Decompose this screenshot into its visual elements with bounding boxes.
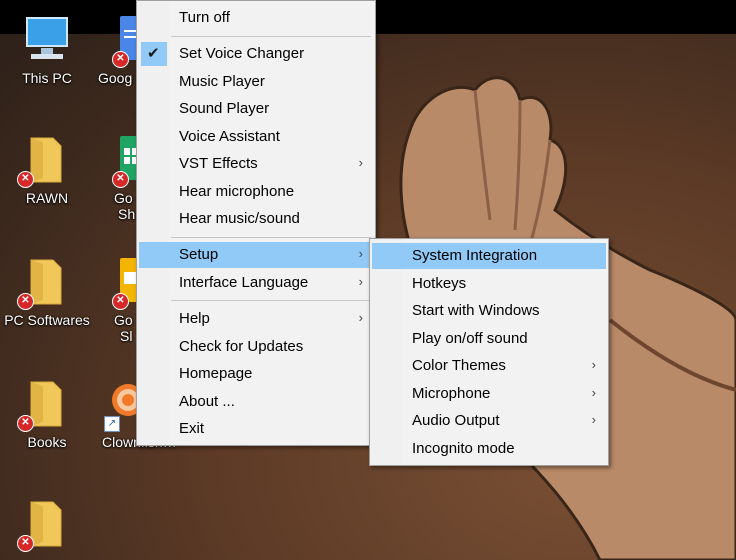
menu-item-label: VST Effects: [179, 155, 258, 172]
menu-item-label: Music Player: [179, 73, 265, 90]
error-badge-icon: ✕: [112, 171, 129, 188]
menu-item-label: Hear microphone: [179, 183, 295, 200]
menu-item-label: Help: [179, 310, 210, 327]
menu-item-label: Microphone: [412, 385, 491, 402]
submenu-arrow-icon: ›: [358, 274, 363, 289]
error-badge-icon: ✕: [112, 51, 129, 68]
menu-item-label: About ...: [179, 393, 235, 410]
menu-item-label: Setup: [179, 246, 219, 263]
desktop-background: This PC ✕ RAWN ✕ PC Softwares ✕ Books ✕ …: [0, 0, 736, 560]
desktop-icon-label: Goog: [98, 70, 133, 86]
menu-item-label: Check for Updates: [179, 338, 304, 355]
error-badge-icon: ✕: [112, 293, 129, 310]
menu-item-homepage[interactable]: Homepage: [139, 361, 373, 387]
checkmark-icon: ✔: [147, 45, 160, 62]
submenu-item-incognito-mode[interactable]: Incognito mode: [372, 436, 606, 462]
menu-item-voice-assistant[interactable]: Voice Assistant: [139, 124, 373, 150]
shortcut-arrow-icon: ↗: [104, 416, 120, 432]
menu-item-label: Set Voice Changer: [179, 45, 305, 62]
menu-item-music-player[interactable]: Music Player: [139, 69, 373, 95]
menu-separator: [171, 36, 371, 37]
desktop-icon-label: Sl: [120, 328, 133, 344]
desktop-icon-pc-softwares[interactable]: ✕ PC Softwares: [2, 256, 92, 328]
desktop-icon-label: Books: [27, 434, 67, 450]
menu-item-label: Play on/off sound: [412, 330, 528, 347]
menu-item-help[interactable]: Help ›: [139, 306, 373, 332]
desktop-icon-google-docs[interactable]: ✕ Goog: [96, 14, 140, 86]
setup-submenu: System Integration Hotkeys Start with Wi…: [369, 238, 609, 466]
desktop-icon-label: Sh: [118, 206, 136, 222]
menu-item-label: Incognito mode: [412, 440, 515, 457]
menu-separator: [171, 237, 371, 238]
menu-item-label: Color Themes: [412, 357, 506, 374]
menu-separator: [171, 300, 371, 301]
error-badge-icon: ✕: [17, 535, 34, 552]
menu-item-exit[interactable]: Exit: [139, 416, 373, 442]
desktop-icon-rawn[interactable]: ✕ RAWN: [2, 134, 92, 206]
submenu-item-start-with-windows[interactable]: Start with Windows: [372, 298, 606, 324]
submenu-arrow-icon: ›: [591, 385, 596, 400]
tray-context-menu: Turn off ✔ Set Voice Changer Music Playe…: [136, 0, 376, 446]
menu-item-label: Start with Windows: [412, 302, 540, 319]
menu-item-hear-music-sound[interactable]: Hear music/sound: [139, 206, 373, 232]
menu-item-label: Turn off: [179, 9, 230, 26]
menu-item-set-voice-changer[interactable]: ✔ Set Voice Changer: [139, 41, 373, 67]
desktop-icon-this-pc[interactable]: This PC: [2, 14, 92, 86]
submenu-item-system-integration[interactable]: System Integration: [372, 243, 606, 269]
desktop-icon-folder[interactable]: ✕: [2, 498, 92, 554]
menu-item-hear-microphone[interactable]: Hear microphone: [139, 179, 373, 205]
submenu-item-play-on-off-sound[interactable]: Play on/off sound: [372, 326, 606, 352]
error-badge-icon: ✕: [17, 415, 34, 432]
submenu-item-audio-output[interactable]: Audio Output ›: [372, 408, 606, 434]
menu-item-vst-effects[interactable]: VST Effects ›: [139, 151, 373, 177]
this-pc-icon: [26, 17, 68, 59]
submenu-arrow-icon: ›: [591, 357, 596, 372]
desktop-icon-label: Go: [114, 190, 133, 206]
submenu-arrow-icon: ›: [358, 246, 363, 261]
menu-item-label: System Integration: [412, 247, 538, 264]
menu-item-label: Sound Player: [179, 100, 270, 117]
error-badge-icon: ✕: [17, 171, 34, 188]
desktop-icon-label: Go: [114, 312, 133, 328]
menu-item-label: Voice Assistant: [179, 128, 280, 145]
menu-item-about[interactable]: About ...: [139, 389, 373, 415]
menu-item-label: Audio Output: [412, 412, 500, 429]
submenu-item-microphone[interactable]: Microphone ›: [372, 381, 606, 407]
desktop-icon-google-sheets[interactable]: ✕ Go Sh: [96, 134, 140, 222]
menu-item-sound-player[interactable]: Sound Player: [139, 96, 373, 122]
menu-item-label: Interface Language: [179, 274, 309, 291]
submenu-arrow-icon: ›: [358, 155, 363, 170]
desktop-icon-books[interactable]: ✕ Books: [2, 378, 92, 450]
desktop-icon-label: PC Softwares: [4, 312, 90, 328]
menu-item-setup[interactable]: Setup ›: [139, 242, 373, 268]
menu-item-label: Homepage: [179, 365, 253, 382]
menu-item-turn-off[interactable]: Turn off: [139, 5, 373, 31]
submenu-item-hotkeys[interactable]: Hotkeys: [372, 271, 606, 297]
menu-item-label: Hear music/sound: [179, 210, 300, 227]
menu-item-label: Exit: [179, 420, 205, 437]
error-badge-icon: ✕: [17, 293, 34, 310]
desktop-icon-label: RAWN: [25, 190, 69, 206]
menu-item-check-for-updates[interactable]: Check for Updates: [139, 334, 373, 360]
menu-item-label: Hotkeys: [412, 275, 467, 292]
submenu-arrow-icon: ›: [358, 310, 363, 325]
menu-item-interface-language[interactable]: Interface Language ›: [139, 270, 373, 296]
submenu-arrow-icon: ›: [591, 412, 596, 427]
desktop-icon-label: This PC: [22, 70, 72, 86]
desktop-icon-google-slides[interactable]: ✕ Go Sl: [96, 256, 140, 344]
submenu-item-color-themes[interactable]: Color Themes ›: [372, 353, 606, 379]
